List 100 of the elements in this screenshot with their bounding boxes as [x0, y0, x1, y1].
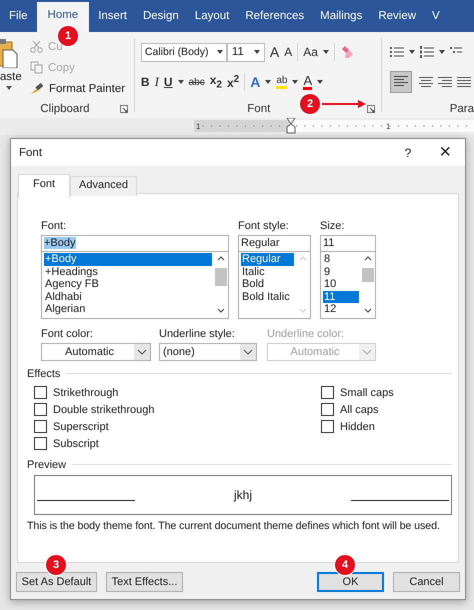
numbered-list-icon[interactable] [420, 46, 434, 58]
ribbon-tab[interactable]: Review [371, 4, 424, 32]
scissors-icon [30, 40, 43, 53]
checkbox[interactable]: Small caps [321, 384, 452, 401]
caret-icon[interactable] [6, 86, 12, 90]
dialog-launcher-icon[interactable] [120, 105, 128, 113]
ribbon-tab[interactable]: Home [36, 2, 90, 32]
font-size-field[interactable]: 11 [226, 42, 265, 62]
copy-icon [30, 61, 43, 74]
field-label: Font style: [238, 220, 290, 234]
font-input-field[interactable]: +Body [41, 235, 229, 252]
bold-button[interactable]: B [140, 75, 150, 89]
justify-icon[interactable] [456, 76, 471, 88]
list-item[interactable]: Italic [241, 266, 294, 278]
dialog-button[interactable]: OK [317, 572, 384, 592]
subscript-button[interactable]: x$_{2}$ [210, 73, 222, 91]
brush-icon [30, 82, 44, 95]
caret-icon[interactable] [408, 50, 415, 54]
ribbon-tab[interactable]: V [425, 4, 447, 32]
align-center-icon[interactable] [418, 76, 433, 88]
outline-font-button[interactable]: A [250, 74, 260, 90]
caret-icon[interactable] [317, 80, 324, 84]
dialog-button[interactable]: Text Effects... [106, 572, 183, 592]
group-label: Clipboard [40, 103, 90, 115]
bullet-list-icon[interactable] [390, 46, 404, 58]
dropdown[interactable]: Automatic [41, 343, 151, 361]
field-label: Underline color: [267, 328, 346, 342]
clipboard-command[interactable]: Format Painter [30, 80, 126, 97]
chevron-down-icon [134, 344, 150, 360]
field-label: Font color: [41, 328, 94, 342]
list-item[interactable]: 9 [323, 266, 359, 278]
style-input-field[interactable]: Regular [238, 235, 311, 252]
section-label: Effects [27, 368, 60, 380]
ruler-number: 1 [196, 122, 200, 131]
caret-icon [216, 50, 223, 54]
dialog-launcher-icon[interactable] [366, 105, 375, 113]
ribbon-tab[interactable]: Mailings [313, 4, 370, 32]
list-item[interactable]: Agency FB [44, 278, 212, 291]
chevron-down-icon [240, 344, 256, 360]
list-item[interactable]: Bold [241, 278, 294, 291]
list-item[interactable]: +Body [44, 253, 212, 266]
dialog-button[interactable]: Cancel [393, 572, 460, 592]
italic-button[interactable]: I [154, 74, 159, 90]
step-badge: 1 [58, 26, 78, 46]
ribbon-tab[interactable]: File [2, 4, 35, 32]
list-item[interactable]: 10 [323, 278, 359, 291]
dialog-title: Font [19, 146, 44, 158]
list-item[interactable]: 12 [323, 303, 359, 316]
highlight-button[interactable]: ab [276, 76, 288, 88]
ribbon-tab[interactable]: Insert [91, 4, 134, 32]
list-item[interactable]: Bold Italic [241, 290, 294, 304]
list-item[interactable]: Regular [241, 253, 294, 266]
field-label: Font: [41, 220, 68, 234]
list-item[interactable]: 8 [323, 253, 359, 266]
eraser-icon[interactable] [340, 45, 354, 59]
help-button[interactable]: ? [404, 146, 412, 160]
font-color-button[interactable]: A [303, 74, 312, 90]
underline-button[interactable]: U [164, 75, 173, 89]
align-right-icon[interactable] [438, 76, 452, 88]
align-left-icon[interactable] [390, 71, 412, 93]
step-badge: 3 [46, 555, 66, 575]
dialog-tab[interactable]: Font [18, 174, 70, 198]
strikethrough-button[interactable]: abc [188, 76, 205, 88]
font-name-field[interactable]: Calibri (Body) [140, 42, 227, 62]
ribbon-tab[interactable]: Design [136, 4, 186, 32]
change-case-button[interactable]: Aa [303, 45, 318, 59]
group-label: Font [247, 103, 270, 115]
section-label: Preview [27, 458, 66, 470]
dialog-button[interactable]: Set As Default [16, 572, 97, 592]
list-item[interactable]: Algerian [44, 303, 212, 316]
caret-icon[interactable] [292, 80, 298, 84]
size-input-field[interactable]: 11 [320, 235, 376, 252]
checkbox[interactable]: Strikethrough [34, 384, 321, 401]
checkbox[interactable]: Hidden [321, 418, 452, 435]
indent-marker[interactable] [286, 118, 296, 134]
checkbox[interactable]: Double strikethrough [34, 401, 321, 418]
grow-font-button[interactable]: A [270, 44, 280, 60]
caret-icon[interactable] [265, 80, 272, 84]
ribbon-tab[interactable]: References [238, 4, 312, 32]
caret-icon[interactable] [178, 80, 184, 84]
caret-icon[interactable] [438, 50, 445, 54]
superscript-button[interactable]: x$^{2}$ [226, 74, 240, 90]
chevron-down-icon [359, 344, 375, 360]
list-item[interactable]: +Headings [44, 266, 212, 278]
shrink-font-button[interactable]: A [284, 45, 292, 59]
dialog-tab[interactable]: Advanced [70, 176, 137, 196]
paste-button[interactable]: aste [0, 71, 22, 83]
field-label: Size: [320, 220, 346, 234]
caret-icon[interactable] [322, 50, 329, 54]
ribbon-tab[interactable]: Layout [188, 4, 236, 32]
checkbox[interactable]: Superscript [34, 418, 321, 435]
checkbox[interactable]: All caps [321, 401, 452, 418]
caret-icon [254, 50, 260, 54]
dropdown[interactable]: (none) [159, 343, 257, 361]
preview-text: jkhj [232, 488, 253, 502]
list-item[interactable]: 11 [323, 290, 359, 304]
checkbox[interactable]: Subscript [34, 435, 321, 452]
close-button[interactable]: × [439, 141, 451, 164]
description-text: This is the body theme font. The current document theme defines which font will be used. [27, 520, 441, 532]
list-item[interactable]: Aldhabi [44, 290, 212, 304]
